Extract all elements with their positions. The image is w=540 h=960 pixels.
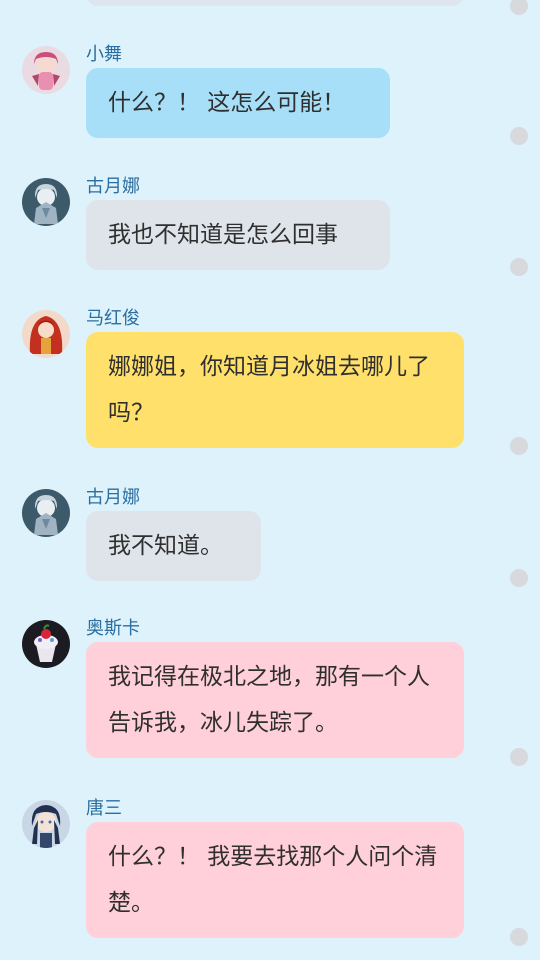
scroll-marker-dot xyxy=(510,748,528,766)
message-bubble: 我不知道。 xyxy=(86,511,261,581)
pink-hair-girl-avatar-icon[interactable] xyxy=(22,46,70,94)
sender-name: 奥斯卡 xyxy=(86,618,140,639)
sender-name: 古月娜 xyxy=(86,176,140,197)
scroll-marker-dot xyxy=(510,258,528,276)
scroll-marker-dot xyxy=(510,0,528,15)
silver-hair-girl-avatar-icon[interactable] xyxy=(22,178,70,226)
scroll-marker-dot xyxy=(510,437,528,455)
message-bubble: 我也不知道是怎么回事 xyxy=(86,200,390,270)
dessert-avatar-icon[interactable] xyxy=(22,620,70,668)
chat-log[interactable]: 小舞 什么？！ 这怎么可能！ 古月娜 我也不知道是怎么回事 马红俊 娜娜姐，你知… xyxy=(0,0,540,960)
silver-hair-girl-avatar-icon[interactable] xyxy=(22,489,70,537)
message-bubble: 什么？！ 我要去找那个人问个清楚。 xyxy=(86,822,464,938)
scroll-marker-dot xyxy=(510,127,528,145)
message-bubble: 什么？！ 这怎么可能！ xyxy=(86,68,390,138)
sender-name: 唐三 xyxy=(86,798,122,819)
scroll-marker-dot xyxy=(510,569,528,587)
sender-name: 小舞 xyxy=(86,44,122,65)
message-bubble: 娜娜姐，你知道月冰姐去哪儿了吗？ xyxy=(86,332,464,448)
previous-message-bubble xyxy=(86,0,464,6)
sender-name: 马红俊 xyxy=(86,308,140,329)
red-hair-avatar-icon[interactable] xyxy=(22,310,70,358)
scroll-marker-dot xyxy=(510,928,528,946)
message-bubble: 我记得在极北之地，那有一个人告诉我，冰儿失踪了。 xyxy=(86,642,464,758)
dark-hair-boy-avatar-icon[interactable] xyxy=(22,800,70,848)
sender-name: 古月娜 xyxy=(86,487,140,508)
